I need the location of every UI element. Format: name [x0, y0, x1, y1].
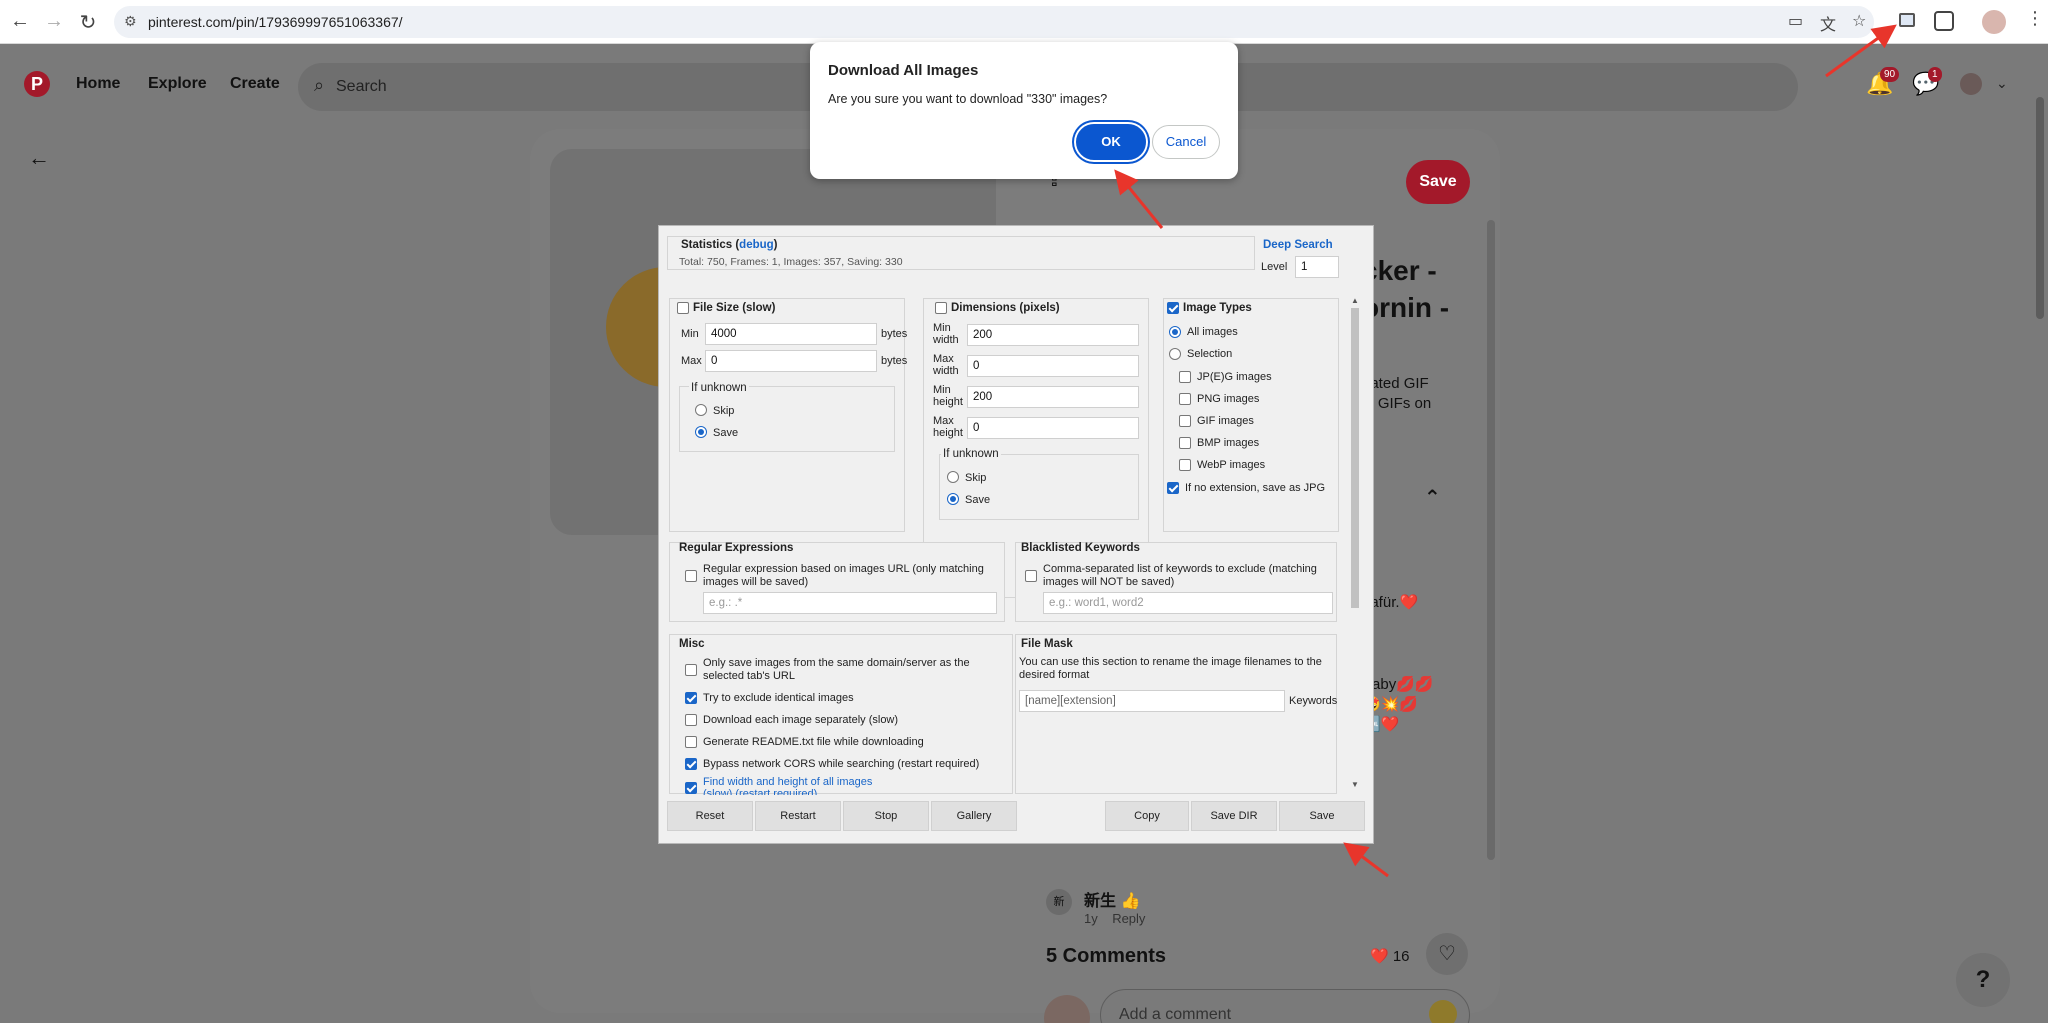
annotation-arrows [1114, 24, 1897, 878]
arrow-to-extension-icon [1825, 24, 1897, 78]
arrow-to-ok-button [1114, 169, 1164, 229]
arrow-to-save-button [1343, 842, 1389, 878]
